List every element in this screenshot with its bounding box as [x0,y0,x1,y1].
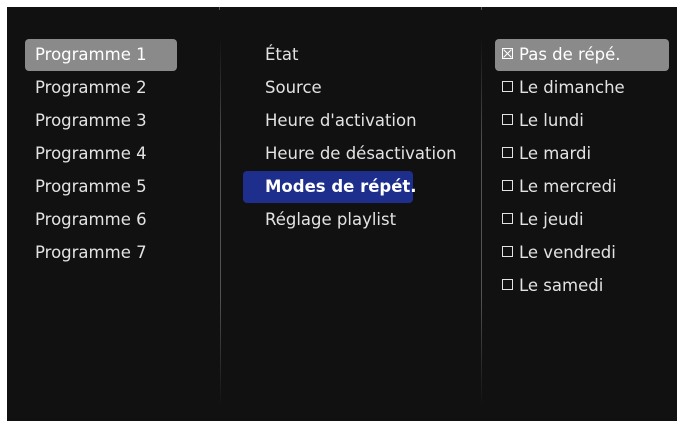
repeat-option-label: Le lundi [519,111,584,130]
repeat-option[interactable]: Le jeudi [495,204,669,236]
checkbox-icon[interactable] [502,180,513,191]
repeat-option[interactable]: Pas de répé. [495,39,669,71]
setting-item-source[interactable]: Source [243,72,469,104]
column-divider [481,37,482,407]
setting-item-heure-activation[interactable]: Heure d'activation [243,105,469,137]
setting-item-etat[interactable]: État [243,39,469,71]
repeat-option-label: Le samedi [519,276,604,295]
program-item[interactable]: Programme 2 [25,72,177,104]
checkbox-icon[interactable] [502,114,513,125]
checkbox-icon[interactable] [502,81,513,92]
program-item[interactable]: Programme 6 [25,204,177,236]
program-item[interactable]: Programme 3 [25,105,177,137]
checkbox-icon[interactable] [502,279,513,290]
setting-item-reglage-playlist[interactable]: Réglage playlist [243,204,469,236]
repeat-option-label: Le dimanche [519,78,625,97]
repeat-option-label: Le vendredi [519,243,616,262]
repeat-option[interactable]: Le vendredi [495,237,669,269]
checkbox-icon[interactable] [502,246,513,257]
repeat-option[interactable]: Le samedi [495,270,669,302]
repeat-option[interactable]: Le lundi [495,105,669,137]
checkbox-icon[interactable] [502,213,513,224]
setting-item-modes-repet[interactable]: Modes de répét. [243,171,417,203]
program-item[interactable]: Programme 7 [25,237,177,269]
repeat-option-label: Le mercredi [519,177,617,196]
repeat-option-label: Pas de répé. [519,45,621,64]
repeat-option[interactable]: Le mercredi [495,171,669,203]
checkbox-checked-icon[interactable] [502,48,513,59]
repeat-option[interactable]: Le dimanche [495,72,669,104]
column-divider [220,37,221,407]
setting-item-heure-desactivation[interactable]: Heure de désactivation [243,138,469,170]
program-item[interactable]: Programme 1 [25,39,177,71]
divider-tick [219,7,220,10]
program-item[interactable]: Programme 5 [25,171,177,203]
repeat-option-label: Le jeudi [519,210,584,229]
repeat-option-label: Le mardi [519,144,592,163]
repeat-option[interactable]: Le mardi [495,138,669,170]
divider-tick [481,7,482,10]
checkbox-icon[interactable] [502,147,513,158]
program-item[interactable]: Programme 4 [25,138,177,170]
osd-screen: Programme 1 Programme 2 Programme 3 Prog… [7,7,677,421]
